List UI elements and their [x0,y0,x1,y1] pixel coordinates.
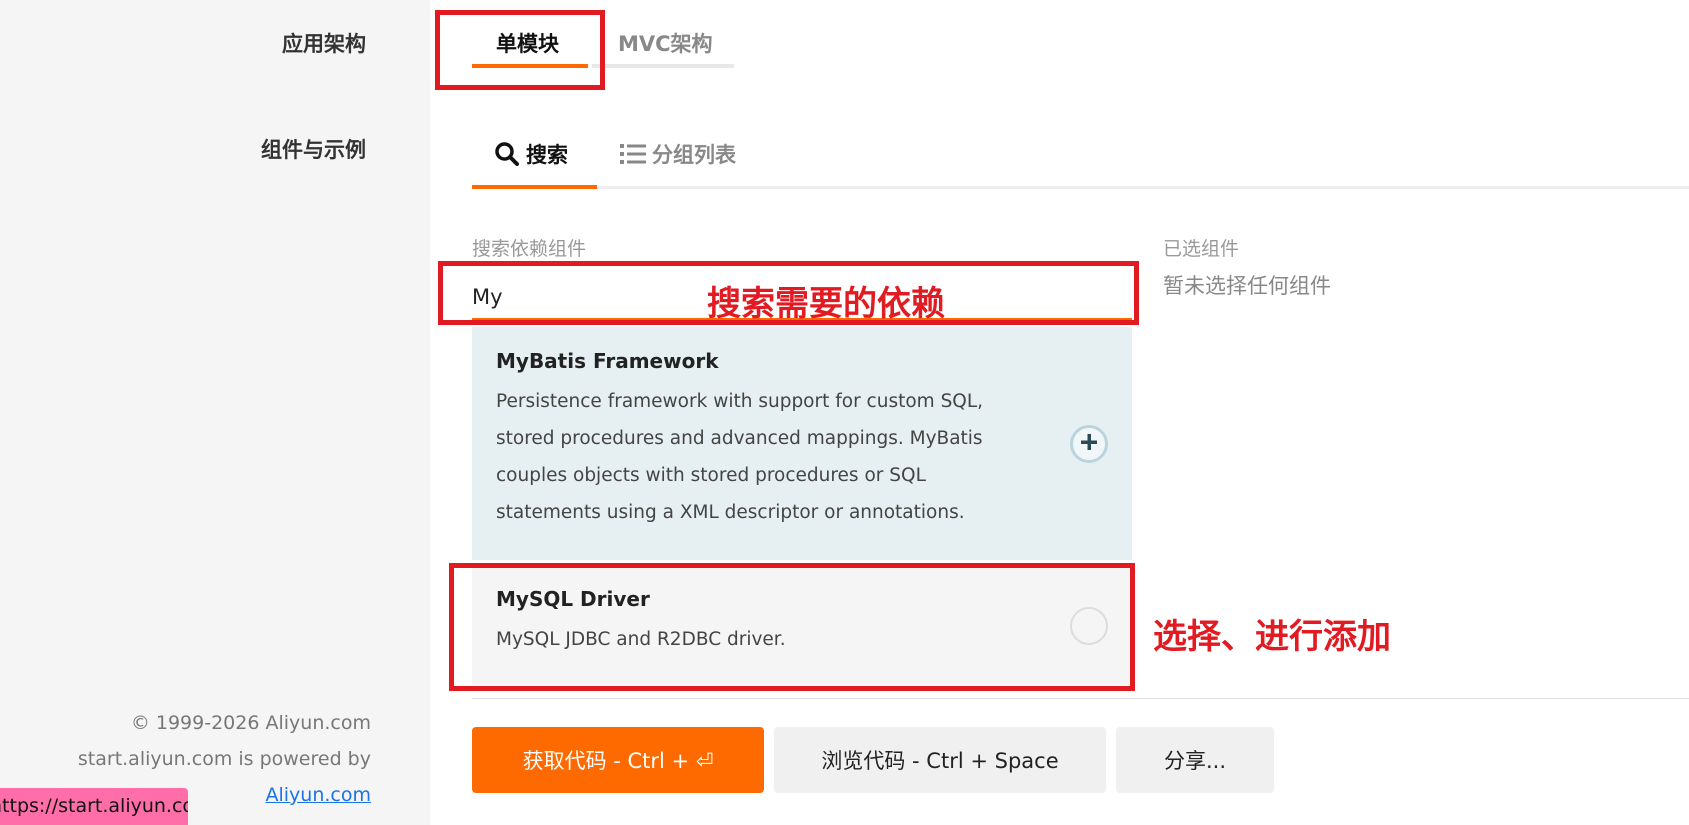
tab-mvc-underline [592,64,734,68]
component-tabs-rule [472,186,1689,189]
components-label: 组件与示例 [261,138,366,162]
tab-search-label: 搜索 [526,143,568,167]
tab-search[interactable]: 搜索 [494,139,568,169]
result-item-mybatis[interactable]: MyBatis Framework Persistence framework … [472,327,1132,560]
selected-empty-text: 暂未选择任何组件 [1163,274,1331,298]
share-button[interactable]: 分享... [1116,727,1274,793]
tab-group-list[interactable]: 分组列表 [620,139,736,169]
get-code-button[interactable]: 获取代码 - Ctrl + ⏎ [472,727,764,793]
search-icon [494,141,520,167]
search-label: 搜索依赖组件 [472,238,587,260]
copyright-text: © 1999-2026 Aliyun.com [130,712,371,734]
tab-mvc[interactable]: MVC架构 [618,28,713,58]
tab-search-underline [472,185,597,189]
list-icon [620,142,646,166]
architecture-label: 应用架构 [282,32,366,56]
powered-by-text: start.aliyun.com is powered by [77,748,371,770]
status-url-text: https://start.aliyun.com [0,795,188,817]
plus-icon [1079,432,1099,456]
aliyun-link[interactable]: Aliyun.com [265,784,371,806]
tab-group-list-label: 分组列表 [652,143,736,167]
actions-divider [472,698,1689,699]
aliyun-link-label[interactable]: Aliyun.com [265,784,371,806]
result-title: MyBatis Framework [496,349,719,373]
result-description: Persistence framework with support for c… [496,391,984,523]
add-button[interactable] [1070,425,1108,463]
annotation-search-note: 搜索需要的依赖 [707,284,945,324]
sidebar: 应用架构 组件与示例 © 1999-2026 Aliyun.com start.… [0,0,430,825]
annotation-select-note: 选择、进行添加 [1153,617,1391,657]
annotation-box-architecture [435,10,605,90]
status-bar-url: https://start.aliyun.com [0,788,188,825]
selected-label: 已选组件 [1163,238,1240,260]
browse-code-button[interactable]: 浏览代码 - Ctrl + Space [774,727,1106,793]
annotation-box-select [449,563,1135,691]
